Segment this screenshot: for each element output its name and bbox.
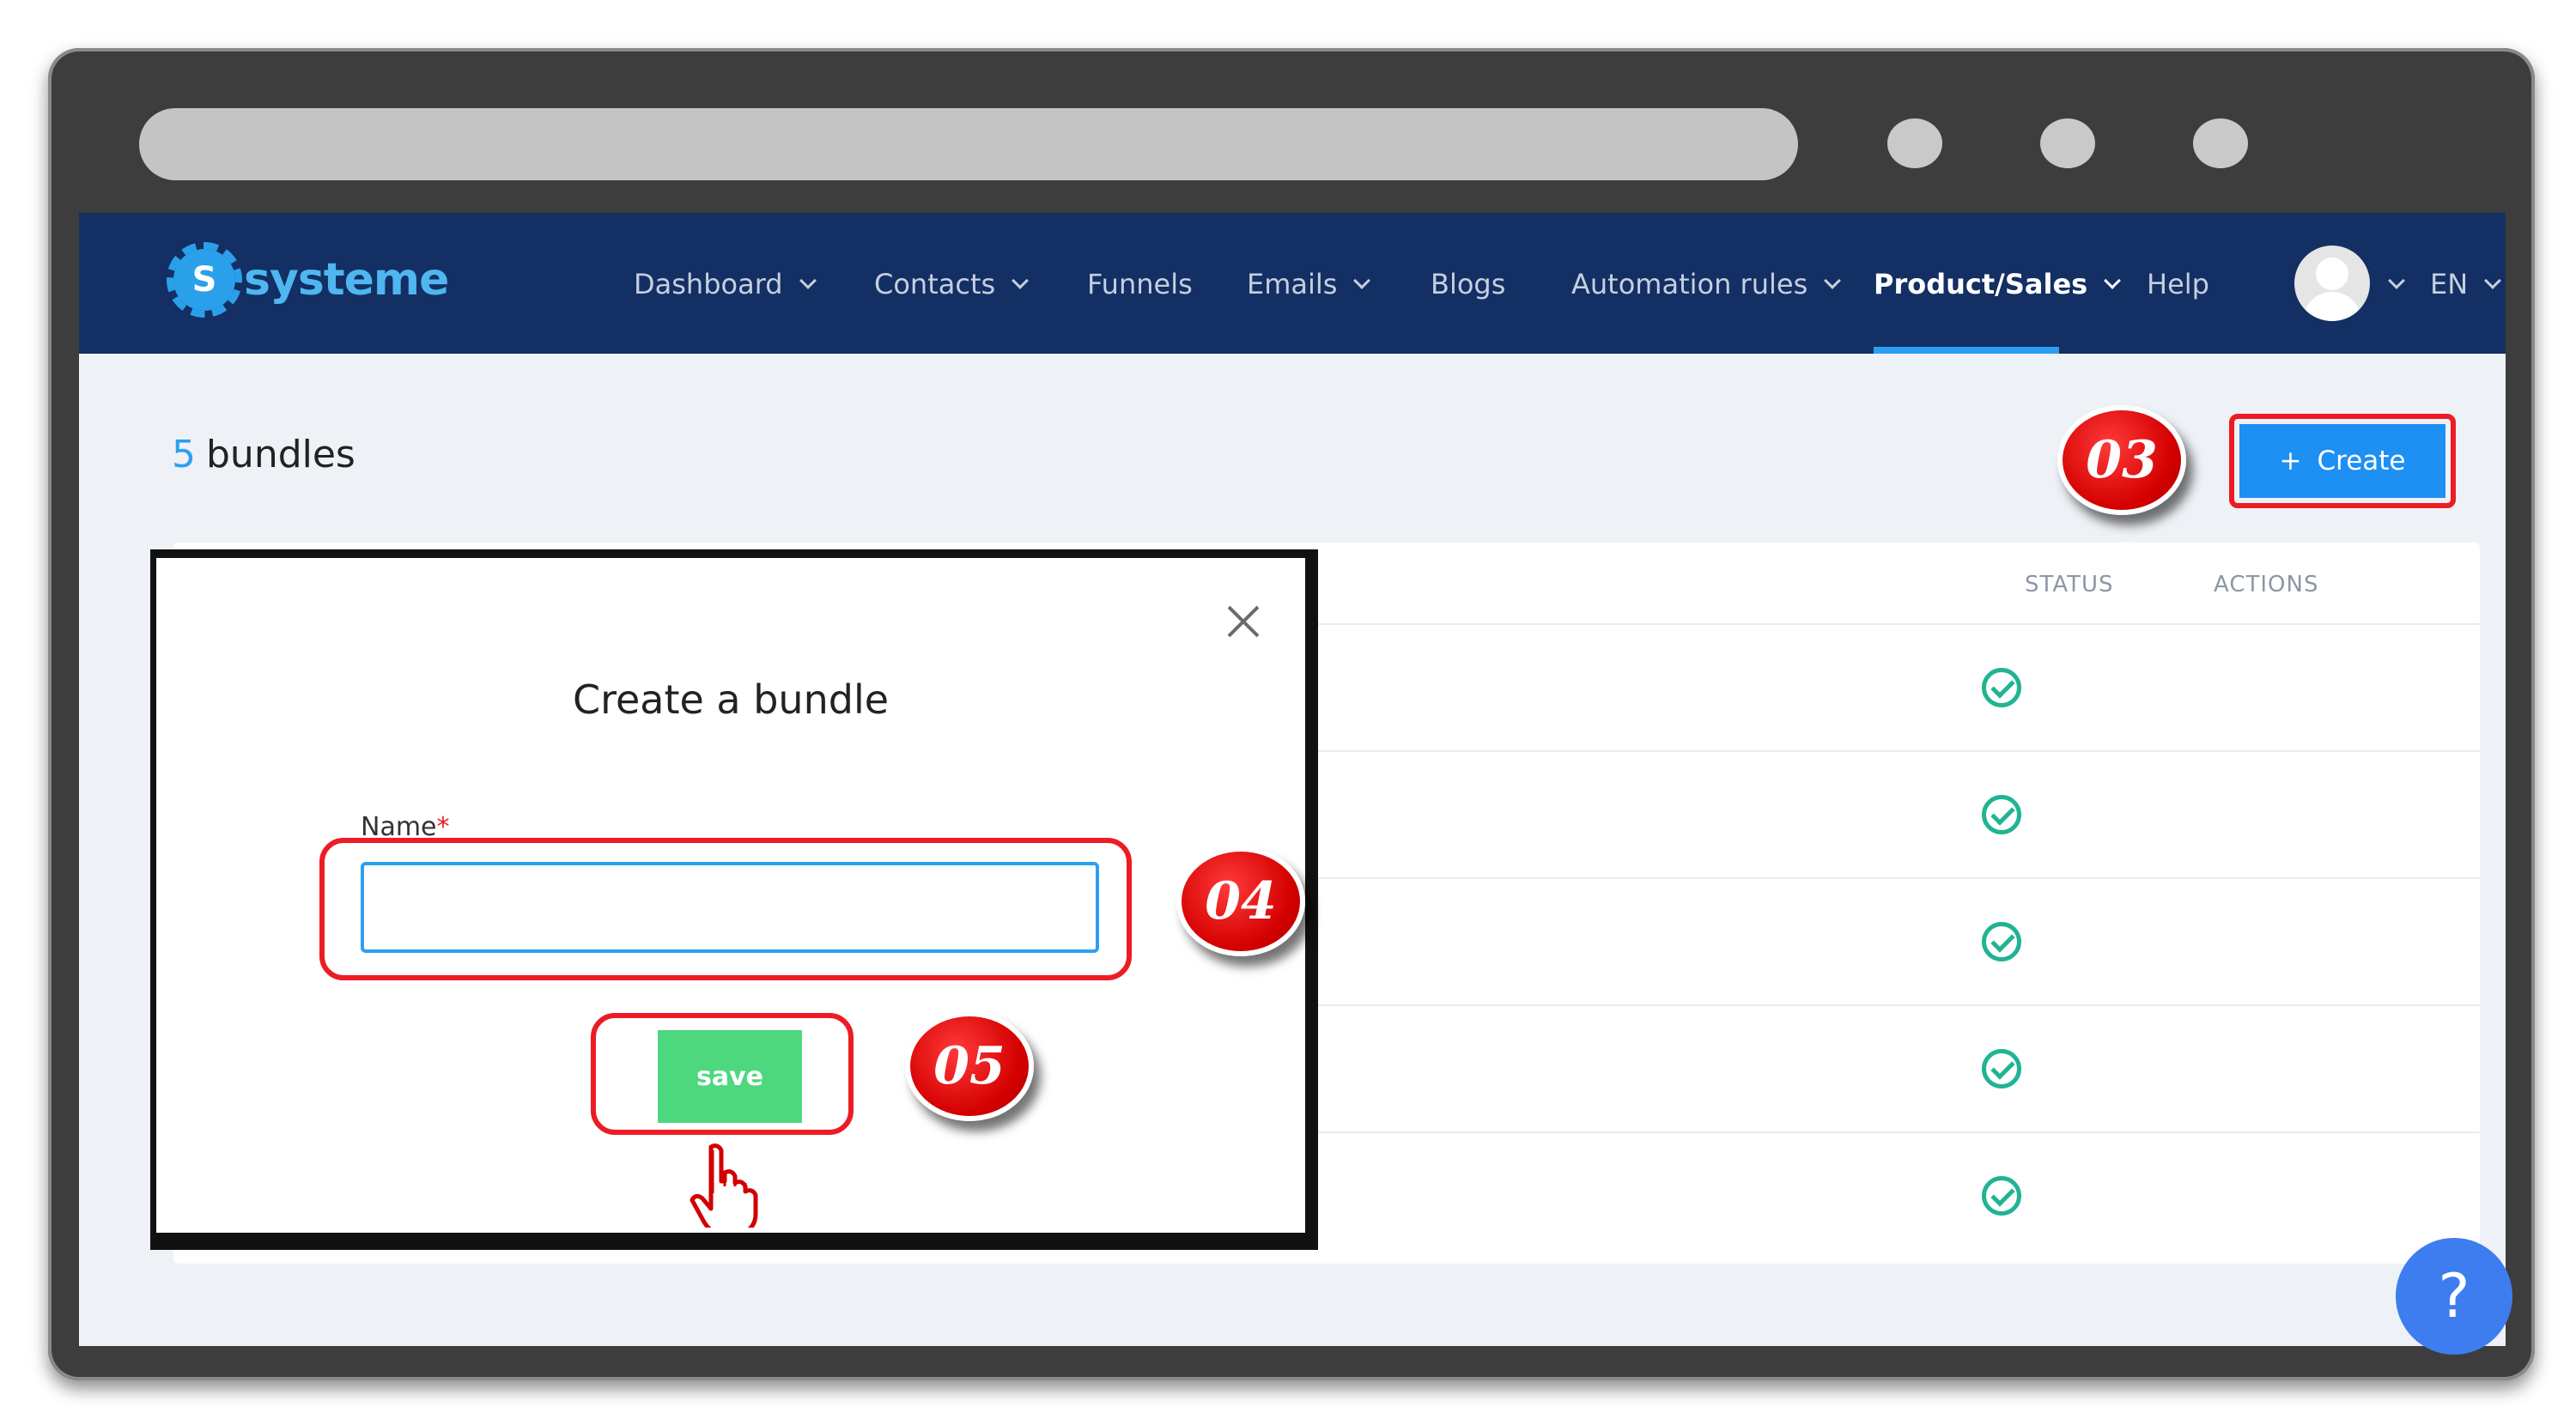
name-field-highlight-outline [319,838,1132,980]
step-03-badge: 03 [2057,405,2186,515]
create-button[interactable]: + Create [2239,424,2445,498]
create-label: Create [2317,446,2406,476]
logo-gear-icon: S [167,242,242,318]
nav-emails[interactable]: Emails [1247,268,1371,300]
chevron-down-icon [1353,272,1371,289]
nav-help[interactable]: Help [2147,268,2209,300]
top-navbar: S systeme Dashboard Contacts Funnels Ema… [79,213,2506,354]
modal-title: Create a bundle [572,676,890,723]
nav-dashboard[interactable]: Dashboard [634,268,817,300]
nav-blogs[interactable]: Blogs [1431,268,1505,300]
plus-icon: + [2279,446,2302,476]
status-active-icon [1982,1049,2021,1089]
bundles-count-heading: 5 bundles [172,433,355,476]
window-control-dot[interactable] [1887,118,1942,168]
status-active-icon [1982,795,2021,834]
window-control-dot[interactable] [2193,118,2248,168]
nav-contacts[interactable]: Contacts [874,268,1030,300]
nav-automation-rules[interactable]: Automation rules [1571,268,1842,300]
chevron-down-icon [2104,272,2122,289]
chevron-down-icon [799,272,817,289]
logo-text: systeme [244,254,449,306]
nav-product-sales[interactable]: Product/Sales [1874,268,2122,300]
user-avatar[interactable] [2294,246,2370,321]
close-icon[interactable] [1219,597,1267,646]
header-actions: ACTIONS [2214,572,2319,597]
bundle-count-label: bundles [206,433,355,476]
chevron-down-icon [1012,272,1030,289]
address-bar[interactable] [139,108,1798,180]
header-status: STATUS [2025,572,2114,597]
status-active-icon [1982,922,2021,961]
language-selector[interactable]: EN [2430,268,2502,300]
bundle-count: 5 [172,433,196,476]
status-active-icon [1982,1176,2021,1216]
pointing-hand-icon [690,1143,758,1228]
avatar-chevron-down-icon[interactable] [2388,272,2405,289]
status-active-icon [1982,668,2021,707]
chevron-down-icon [2484,272,2502,289]
save-highlight-outline [591,1013,854,1135]
active-tab-indicator [1874,347,2059,354]
help-chat-button[interactable]: ? [2396,1238,2512,1355]
step-05-badge: 05 [905,1011,1034,1121]
nav-funnels[interactable]: Funnels [1087,268,1193,300]
step-04-badge: 04 [1176,846,1305,956]
chevron-down-icon [1824,272,1842,289]
systeme-logo[interactable]: S systeme [167,242,449,318]
window-control-dot[interactable] [2040,118,2095,168]
